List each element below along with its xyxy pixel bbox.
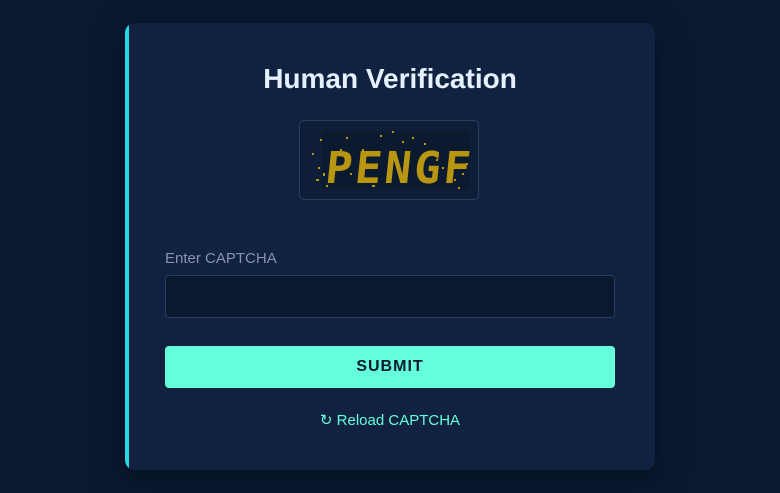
captcha-graphic: PENGF [312,131,470,191]
captcha-input[interactable] [165,275,615,318]
reload-captcha-link[interactable]: ↻ Reload CAPTCHA [125,411,655,429]
page-title: Human Verification [263,63,517,94]
captcha-image: PENGF [299,120,479,200]
reload-captcha-label: Reload CAPTCHA [336,412,461,429]
submit-button[interactable]: SUBMIT [165,346,615,388]
verification-card: Human Verification PENGF Enter CAPTCHA S… [125,23,655,470]
reload-icon: ↻ [319,412,333,429]
captcha-field-label: Enter CAPTCHA [165,250,277,267]
captcha-text: PENGF [323,143,470,191]
